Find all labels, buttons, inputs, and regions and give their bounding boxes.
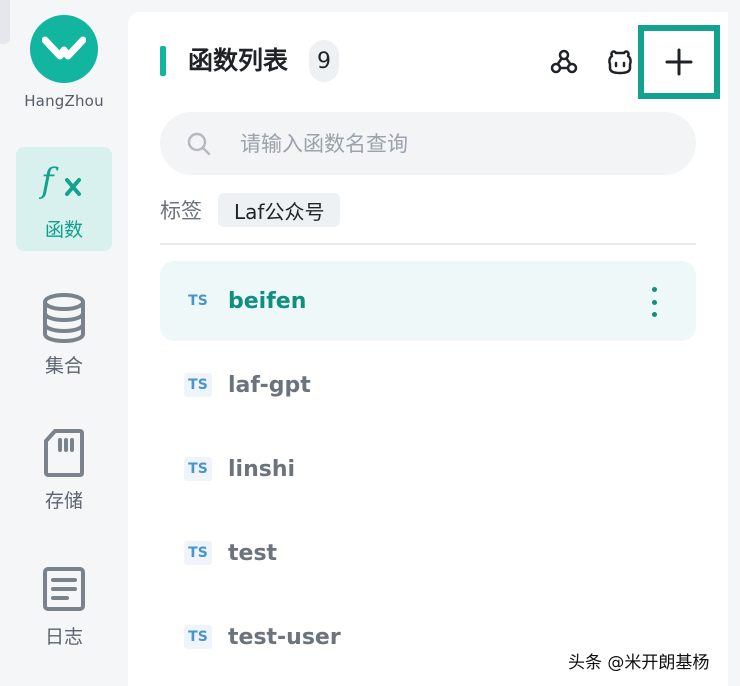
watermark-text: 头条 @米开朗基杨 [568, 653, 710, 673]
function-item[interactable]: TS test [160, 513, 696, 593]
typescript-badge: TS [184, 457, 212, 481]
sidebar: HangZhou f 函数 集合 存储 日志 [0, 0, 128, 686]
tag-filter: 标签 Laf公众号 [160, 192, 341, 228]
tag-chip[interactable]: Laf公众号 [218, 193, 341, 227]
database-icon [39, 292, 89, 343]
divider [160, 243, 696, 245]
sidebar-item-collections[interactable]: 集合 [16, 283, 112, 387]
function-name: linshi [228, 456, 296, 482]
more-options-icon[interactable] [644, 287, 664, 317]
function-item[interactable]: TS beifen [160, 261, 696, 341]
function-count-badge: 9 [309, 40, 339, 82]
function-list: TS beifen TS laf-gpt TS linshi TS test T… [160, 261, 696, 681]
title-accent-bar [160, 46, 166, 76]
laf-logo-icon[interactable] [30, 15, 98, 83]
tags-label: 标签 [160, 199, 202, 223]
function-name: laf-gpt [228, 372, 311, 398]
sidebar-item-functions[interactable]: f 函数 [16, 147, 112, 251]
sidebar-item-label: 日志 [44, 625, 83, 648]
function-item[interactable]: TS linshi [160, 429, 696, 509]
region-label: HangZhou [24, 92, 104, 110]
function-name: beifen [228, 288, 307, 314]
rail-edge [0, 0, 10, 44]
sidebar-item-logs[interactable]: 日志 [16, 554, 112, 658]
function-item[interactable]: TS laf-gpt [160, 345, 696, 425]
search-input[interactable] [240, 131, 660, 156]
typescript-badge: TS [188, 293, 208, 309]
webhook-button[interactable] [548, 46, 580, 78]
search-box [160, 112, 696, 175]
page-title: 函数列表 [188, 46, 289, 75]
function-icon: f [39, 157, 89, 207]
function-name: test-user [228, 624, 341, 650]
svg-text:f: f [39, 162, 59, 201]
sidebar-item-storage[interactable]: 存储 [16, 418, 112, 522]
typescript-badge: TS [184, 373, 212, 397]
sidebar-item-label: 函数 [44, 218, 83, 241]
sidebar-item-label: 集合 [44, 354, 83, 377]
webhook-icon [550, 49, 578, 74]
add-function-button[interactable] [638, 25, 720, 99]
function-list-panel: 函数列表 9 标签 Laf公众号 TS beif [128, 12, 728, 686]
robot-icon [608, 50, 632, 75]
log-icon [39, 564, 89, 614]
ai-assistant-button[interactable] [604, 46, 636, 78]
search-icon [187, 132, 211, 155]
sidebar-item-label: 存储 [44, 489, 83, 512]
plus-icon [665, 48, 693, 76]
typescript-badge: TS [184, 625, 212, 649]
function-name: test [228, 540, 278, 566]
typescript-badge: TS [184, 541, 212, 565]
storage-card-icon [39, 428, 89, 478]
